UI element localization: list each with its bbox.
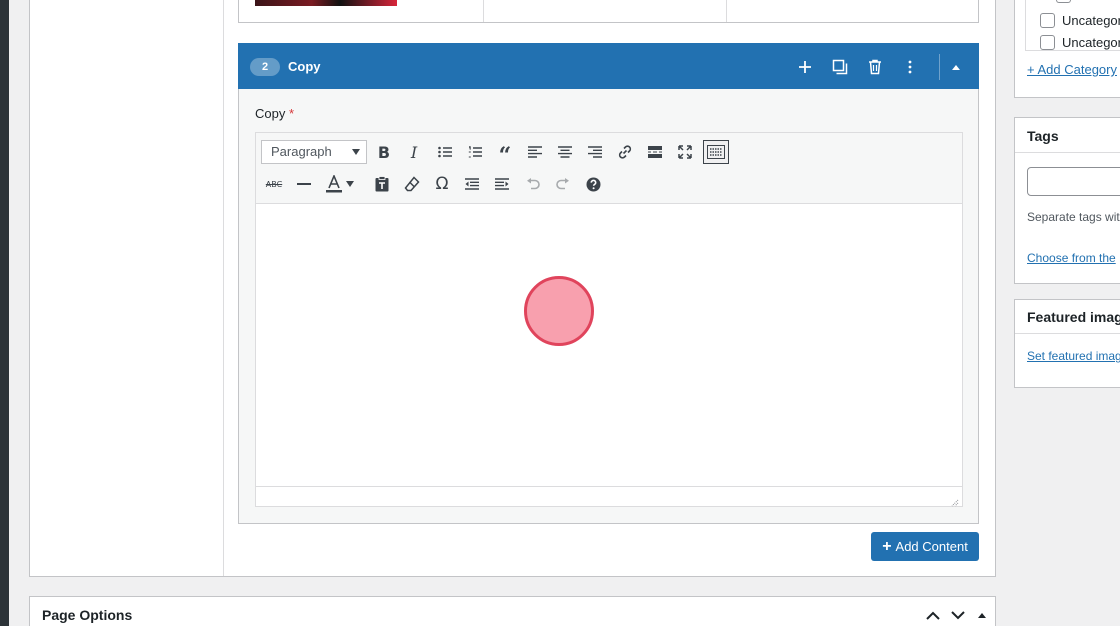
layout-header[interactable]: 2 Copy	[238, 43, 979, 89]
link-icon[interactable]	[612, 140, 638, 164]
layout-number-badge: 2	[250, 58, 280, 76]
required-mark: *	[288, 106, 295, 121]
editor-status-bar	[256, 486, 962, 507]
bullet-list-icon[interactable]	[432, 140, 458, 164]
bold-icon[interactable]: B	[371, 140, 397, 164]
trash-icon[interactable]	[864, 56, 886, 78]
toggle-panel-icon[interactable]	[973, 606, 991, 624]
format-select[interactable]: Paragraph	[261, 140, 367, 164]
redo-icon[interactable]	[550, 172, 576, 196]
choose-tags-link[interactable]: Choose from the	[1027, 251, 1116, 265]
tags-box: Tags Separate tags wit Choose from the	[1014, 117, 1120, 284]
paste-as-text-icon[interactable]	[369, 172, 395, 196]
text-color-dropdown-icon[interactable]	[343, 172, 357, 196]
align-right-icon[interactable]	[582, 140, 608, 164]
click-indicator	[524, 276, 594, 346]
categories-box: Uncategori Uncategori + Add Category	[1014, 0, 1120, 98]
table-cell	[726, 0, 727, 22]
strikethrough-icon[interactable]: ABC	[261, 172, 287, 196]
blockquote-icon[interactable]: “	[492, 140, 518, 167]
resize-handle-icon[interactable]	[951, 495, 959, 507]
wysiwyg-editor: Paragraph B I “ ABC Ω	[255, 132, 963, 507]
editor-content-area[interactable]	[256, 204, 962, 487]
page-options-box: Page Options	[29, 596, 996, 626]
tags-title: Tags	[1027, 128, 1059, 144]
numbered-list-icon[interactable]	[462, 140, 488, 164]
category-label: Uncategori	[1062, 12, 1120, 28]
add-layout-icon[interactable]	[794, 56, 816, 78]
outdent-icon[interactable]	[459, 172, 485, 196]
category-checkbox[interactable]	[1040, 34, 1055, 50]
copy-field-label: Copy *	[255, 106, 294, 121]
field-label-text: Copy	[255, 106, 286, 121]
tags-hint: Separate tags wit	[1027, 210, 1120, 224]
italic-icon[interactable]: I	[401, 140, 427, 164]
category-checkbox[interactable]	[1040, 12, 1055, 28]
format-select-value: Paragraph	[271, 144, 332, 159]
header-divider	[939, 54, 940, 80]
category-list: Uncategori Uncategori	[1025, 0, 1120, 51]
page-options-title: Page Options	[42, 607, 133, 623]
category-item[interactable]: Uncategori	[1040, 34, 1120, 50]
featured-image-title: Featured image	[1027, 309, 1120, 325]
special-character-icon[interactable]: Ω	[429, 172, 455, 196]
add-category-link[interactable]: + Add Category	[1027, 62, 1117, 77]
undo-icon[interactable]	[520, 172, 546, 196]
indent-icon[interactable]	[489, 172, 515, 196]
left-column	[30, 0, 224, 576]
horizontal-line-icon[interactable]	[291, 172, 317, 196]
category-checkbox[interactable]	[1056, 0, 1071, 3]
clear-formatting-icon[interactable]	[399, 172, 425, 196]
divider	[1015, 333, 1120, 334]
category-item[interactable]: Uncategori	[1040, 12, 1120, 28]
divider	[1015, 152, 1120, 153]
move-up-icon[interactable]	[924, 606, 942, 624]
set-featured-image-link[interactable]: Set featured imag	[1027, 349, 1120, 363]
tag-input[interactable]	[1027, 167, 1120, 196]
category-label: Uncategori	[1062, 34, 1120, 50]
chevron-down-icon	[352, 149, 360, 155]
collapse-layout-icon[interactable]	[945, 56, 967, 78]
help-icon[interactable]	[580, 172, 606, 196]
editor-toolbar: Paragraph B I “ ABC Ω	[256, 133, 962, 204]
add-content-button[interactable]: + Add Content	[871, 532, 979, 561]
more-options-icon[interactable]	[899, 56, 921, 78]
fullscreen-icon[interactable]	[672, 140, 698, 164]
add-content-label: Add Content	[895, 539, 968, 554]
layout-title: Copy	[288, 59, 321, 74]
read-more-icon[interactable]	[642, 140, 668, 164]
table-cell	[483, 0, 484, 22]
image-thumbnail	[255, 0, 397, 6]
layout-body: Copy * Paragraph B I “ ABC Ω	[238, 89, 979, 524]
plus-icon: +	[882, 537, 892, 555]
align-left-icon[interactable]	[522, 140, 548, 164]
toolbar-toggle-icon[interactable]	[703, 140, 729, 164]
duplicate-layout-icon[interactable]	[829, 56, 851, 78]
move-down-icon[interactable]	[949, 606, 967, 624]
featured-image-box: Featured image Set featured imag	[1014, 299, 1120, 388]
align-center-icon[interactable]	[552, 140, 578, 164]
admin-menu-edge	[0, 0, 9, 626]
previous-layout-row	[238, 0, 979, 23]
